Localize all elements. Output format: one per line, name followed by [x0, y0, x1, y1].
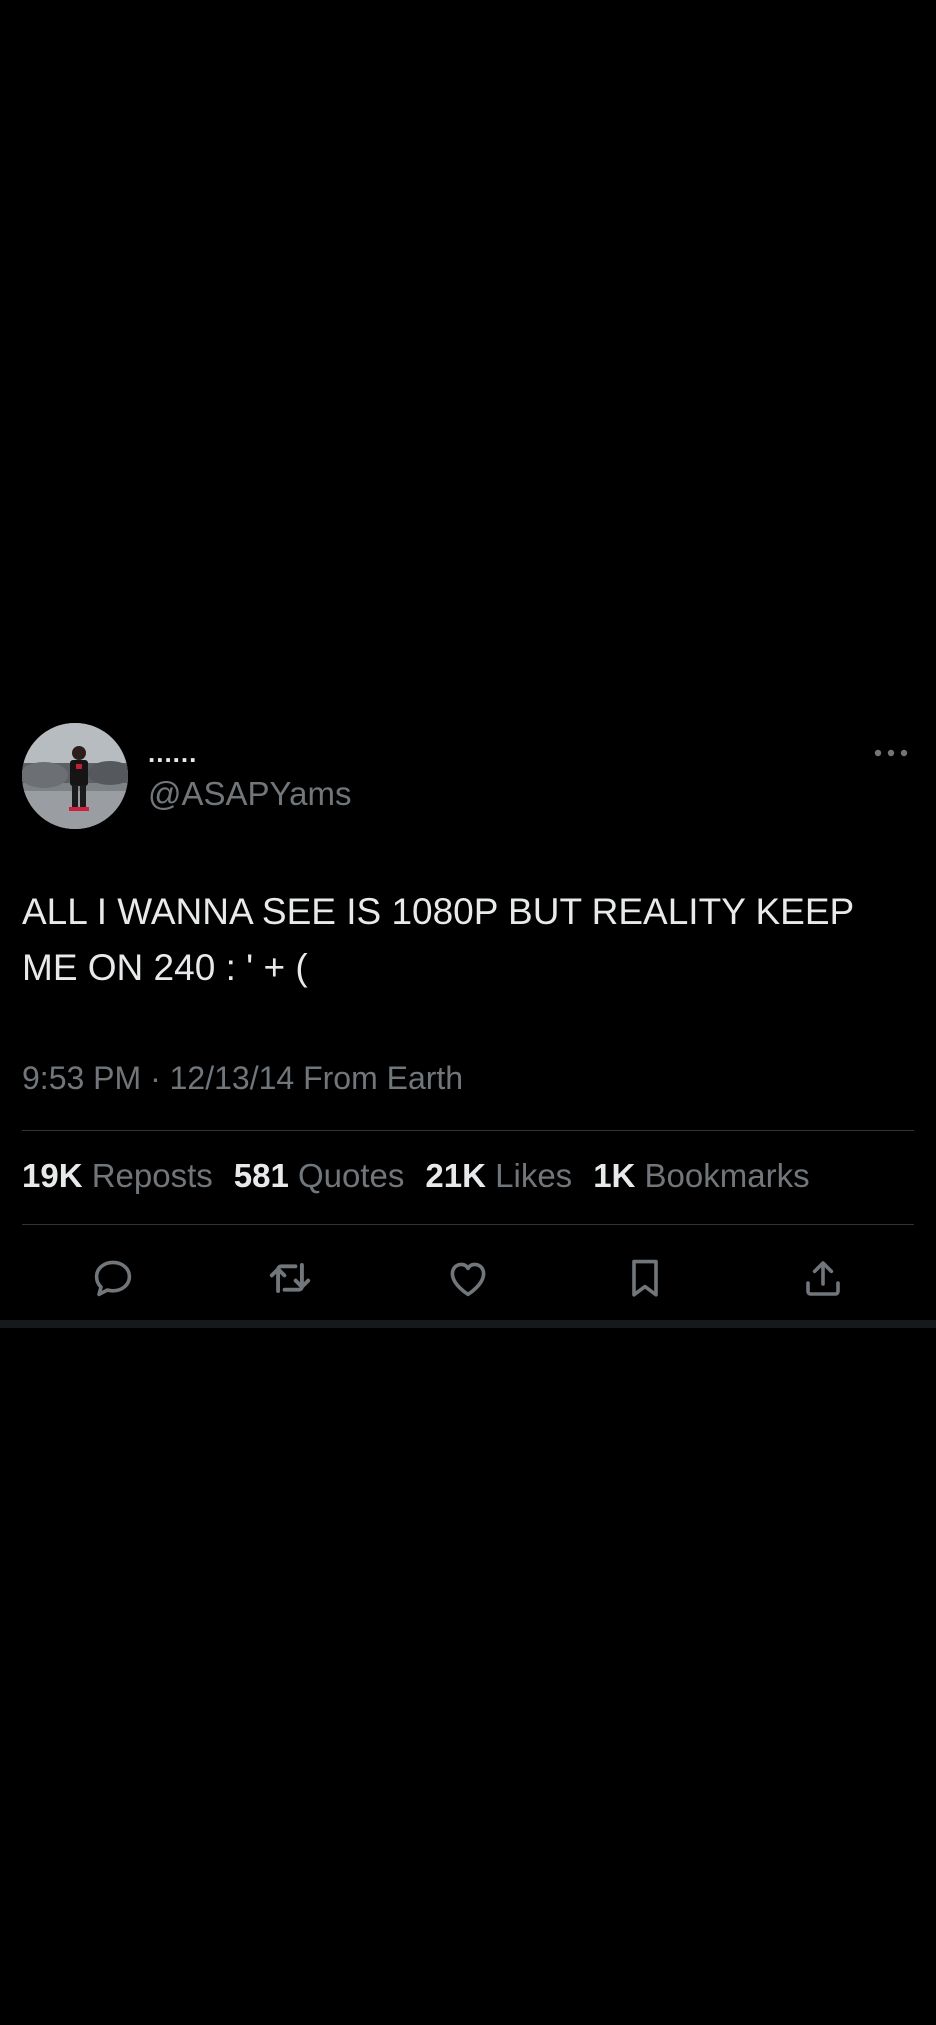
stat-likes[interactable]: 21K Likes	[425, 1156, 572, 1196]
likes-label: Likes	[495, 1157, 573, 1194]
share-button[interactable]	[793, 1248, 853, 1308]
tweet-text: ALL I WANNA SEE IS 1080P BUT REALITY KEE…	[22, 891, 854, 988]
reply-button[interactable]	[83, 1248, 143, 1308]
section-separator	[0, 1320, 936, 1328]
repost-button[interactable]	[260, 1248, 320, 1308]
more-horizontal-icon	[874, 749, 908, 757]
share-icon	[806, 1261, 840, 1296]
avatar[interactable]	[22, 723, 128, 829]
reposts-label: Reposts	[91, 1157, 213, 1194]
avatar-photo	[22, 723, 128, 829]
tweet-time[interactable]: 9:53 PM	[22, 1060, 141, 1096]
bookmarks-count: 1K	[593, 1157, 636, 1194]
bookmarks-label: Bookmarks	[644, 1157, 810, 1194]
tweet-date[interactable]: 12/13/14	[170, 1060, 295, 1096]
like-button[interactable]	[438, 1248, 498, 1308]
like-icon	[450, 1262, 486, 1297]
display-name[interactable]: ......	[148, 738, 197, 768]
likes-count: 21K	[425, 1157, 486, 1194]
action-bar	[0, 1248, 936, 1308]
more-options-button[interactable]	[872, 745, 912, 761]
bookmark-button[interactable]	[615, 1248, 675, 1308]
reply-icon	[94, 1260, 132, 1297]
divider	[22, 1130, 914, 1131]
bookmark-icon	[632, 1259, 658, 1297]
meta-separator: ·	[150, 1060, 161, 1096]
stat-quotes[interactable]: 581 Quotes	[234, 1156, 405, 1196]
user-handle[interactable]: @ASAPYams	[148, 774, 351, 814]
stat-bookmarks[interactable]: 1K Bookmarks	[593, 1156, 809, 1196]
repost-icon	[269, 1263, 311, 1293]
quotes-label: Quotes	[298, 1157, 405, 1194]
tweet-source: From Earth	[303, 1060, 464, 1096]
divider	[22, 1224, 914, 1225]
tweet-detail: ...... @ASAPYams ALL I WANNA SEE IS 1080…	[0, 718, 936, 1327]
quotes-count: 581	[233, 1157, 289, 1194]
stat-reposts[interactable]: 19K Reposts	[22, 1156, 213, 1196]
reposts-count: 19K	[22, 1157, 83, 1194]
engagement-stats: 19K Reposts 581 Quotes 21K Likes 1K Book…	[22, 1156, 831, 1196]
tweet-meta: 9:53 PM · 12/13/14 From Earth	[22, 1058, 463, 1098]
